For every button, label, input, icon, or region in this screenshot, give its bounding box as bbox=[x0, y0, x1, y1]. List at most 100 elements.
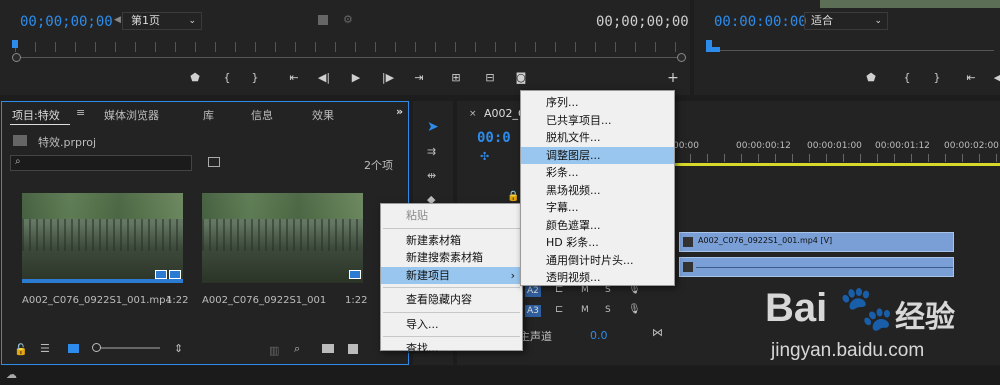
settings-icon[interactable]: ⚙ bbox=[343, 13, 353, 26]
fit-select[interactable]: 适合 ⌄ bbox=[804, 12, 888, 30]
page-left-arrow-icon[interactable]: ◀ bbox=[114, 15, 121, 25]
mute-button[interactable]: M bbox=[581, 285, 589, 295]
mark-out-icon[interactable]: } bbox=[930, 71, 944, 85]
menu-item-view-hidden[interactable]: 查看隐藏内容 bbox=[381, 291, 522, 309]
ripple-edit-tool-icon[interactable]: ⇹ bbox=[427, 169, 436, 182]
go-to-out-icon[interactable]: ⇥ bbox=[412, 71, 426, 85]
submenu-item-black-video[interactable]: 黑场视频... bbox=[521, 182, 674, 200]
hamburger-menu-icon[interactable]: ≡ bbox=[76, 106, 85, 119]
track-label-a3[interactable]: A3 bbox=[525, 305, 541, 317]
program-scrub-bar[interactable] bbox=[709, 50, 994, 51]
icon-view-icon[interactable] bbox=[68, 344, 79, 353]
mark-in-icon[interactable]: { bbox=[900, 71, 914, 85]
search-input[interactable]: ⌕ bbox=[10, 155, 192, 171]
close-icon[interactable]: × bbox=[469, 109, 477, 119]
timeline-timecode[interactable]: 00:0 bbox=[477, 130, 511, 146]
track-lock-icon[interactable]: 🔒 bbox=[507, 191, 519, 202]
clip-duration-1: 1:22 bbox=[166, 295, 189, 306]
tab-library[interactable]: 库 bbox=[203, 107, 214, 123]
page-select-value: 第1页 bbox=[131, 14, 160, 27]
solo-button[interactable]: S bbox=[605, 285, 611, 295]
fx-badge-icon bbox=[683, 262, 693, 272]
insert-icon[interactable]: ⊞ bbox=[449, 71, 463, 85]
new-item-icon[interactable] bbox=[348, 344, 358, 354]
menu-item-import[interactable]: 导入... bbox=[381, 316, 522, 334]
tab-media-browser[interactable]: 媒体浏览器 bbox=[104, 107, 159, 123]
new-item-submenu: 序列... 已共享项目... 脱机文件... 调整图层... 彩条... 黑场视… bbox=[520, 90, 675, 286]
automate-icon[interactable]: ▥ bbox=[269, 344, 279, 357]
go-to-in-icon[interactable]: ⇤ bbox=[287, 71, 301, 85]
mic-icon[interactable]: 🎙 bbox=[628, 304, 641, 315]
audio-clip[interactable] bbox=[679, 257, 954, 277]
sort-icon[interactable]: ⇕ bbox=[174, 342, 183, 355]
page-select[interactable]: 第1页 ⌄ bbox=[122, 12, 202, 30]
add-button-icon[interactable]: + bbox=[666, 71, 680, 85]
clip-thumbnail-1[interactable] bbox=[22, 193, 183, 283]
program-timecode[interactable]: 00:00:00:00 bbox=[714, 14, 807, 30]
submenu-item-countdown[interactable]: 通用倒计时片头... bbox=[521, 252, 674, 270]
zoom-slider[interactable] bbox=[94, 347, 160, 349]
master-volume-value[interactable]: 0.0 bbox=[590, 329, 608, 342]
submenu-item-hd-bars[interactable]: HD 彩条... bbox=[521, 234, 674, 252]
lock-icon[interactable]: 🔓 bbox=[14, 343, 28, 356]
menu-item-new-item[interactable]: 新建项目 › bbox=[381, 266, 522, 284]
clip-name-2[interactable]: A002_C076_0922S1_001 bbox=[202, 295, 326, 306]
add-marker-icon[interactable]: ⬟ bbox=[864, 71, 878, 85]
selection-tool-icon[interactable]: ➤ bbox=[427, 119, 439, 135]
submenu-item-transparent-video[interactable]: 透明视频... bbox=[521, 269, 674, 287]
timeline-ruler[interactable] bbox=[673, 154, 1000, 162]
submenu-item-shared-project[interactable]: 已共享项目... bbox=[521, 112, 674, 130]
export-frame-icon[interactable] bbox=[318, 15, 328, 25]
chevron-down-icon: ⌄ bbox=[874, 16, 882, 26]
source-scrub-bar[interactable] bbox=[15, 57, 683, 58]
submenu-item-color-matte[interactable]: 颜色遮罩... bbox=[521, 217, 674, 235]
find-icon[interactable]: ⌕ bbox=[294, 342, 300, 356]
step-forward-icon[interactable]: |▶ bbox=[381, 71, 395, 85]
new-search-bin-icon[interactable] bbox=[208, 157, 220, 167]
work-area-bar[interactable] bbox=[673, 163, 1000, 166]
camera-icon[interactable]: ◙ bbox=[514, 71, 528, 85]
track-select-tool-icon[interactable]: ⇉ bbox=[427, 145, 436, 158]
new-bin-icon[interactable] bbox=[322, 344, 334, 353]
list-view-icon[interactable]: ☰ bbox=[40, 342, 50, 355]
track-label-a2[interactable]: A2 bbox=[525, 285, 541, 297]
play-icon[interactable]: ▶ bbox=[349, 71, 363, 85]
source-ruler[interactable] bbox=[15, 42, 685, 52]
source-playhead[interactable] bbox=[12, 40, 18, 48]
mark-out-icon[interactable]: } bbox=[248, 71, 262, 85]
add-marker-icon[interactable]: ⬟ bbox=[188, 71, 202, 85]
panel-overflow-icon[interactable]: » bbox=[396, 105, 403, 118]
scrub-end-handle[interactable] bbox=[677, 53, 686, 62]
menu-item-paste[interactable]: 粘贴 bbox=[381, 207, 522, 225]
tab-info[interactable]: 信息 bbox=[251, 107, 273, 123]
source-timecode-left[interactable]: 00;00;00;00 bbox=[20, 14, 113, 30]
mark-in-icon[interactable]: { bbox=[220, 71, 234, 85]
solo-button[interactable]: S bbox=[605, 305, 611, 315]
tab-effects[interactable]: 效果 bbox=[312, 107, 334, 123]
menu-item-new-bin[interactable]: 新建素材箱 bbox=[381, 232, 522, 250]
master-end-icon[interactable]: ⋈ bbox=[652, 326, 663, 339]
step-back-icon[interactable]: ◀| bbox=[317, 71, 331, 85]
snap-icon[interactable]: ✣ bbox=[480, 150, 489, 163]
menu-item-new-search-bin[interactable]: 新建搜索素材箱 bbox=[381, 249, 522, 267]
submenu-item-caption[interactable]: 字幕... bbox=[521, 199, 674, 217]
folder-icon bbox=[13, 135, 27, 146]
creative-cloud-icon[interactable]: ☁ bbox=[6, 368, 17, 381]
clip-name-1[interactable]: A002_C076_0922S1_001.mp4 bbox=[22, 295, 172, 306]
submenu-item-offline-file[interactable]: 脱机文件... bbox=[521, 129, 674, 147]
clip-thumbnail-2[interactable] bbox=[202, 193, 363, 283]
video-clip[interactable]: A002_C076_0922S1_001.mp4 [V] bbox=[679, 232, 954, 252]
submenu-item-adjustment-layer[interactable]: 调整图层... bbox=[521, 146, 674, 164]
program-scrub-start[interactable] bbox=[706, 47, 720, 52]
step-back-icon[interactable]: ◀ bbox=[991, 71, 1000, 85]
sync-lock-icon[interactable]: ⊏ bbox=[555, 304, 563, 315]
tab-project[interactable]: 项目:特效 bbox=[12, 107, 60, 123]
go-to-in-icon[interactable]: ⇤ bbox=[964, 71, 978, 85]
mute-button[interactable]: M bbox=[581, 305, 589, 315]
overwrite-icon[interactable]: ⊟ bbox=[483, 71, 497, 85]
zoom-slider-handle[interactable] bbox=[92, 343, 101, 352]
menu-item-find[interactable]: 查找... bbox=[381, 340, 522, 358]
submenu-item-bars-tone[interactable]: 彩条... bbox=[521, 164, 674, 182]
submenu-item-sequence[interactable]: 序列... bbox=[521, 94, 674, 112]
scrub-start-handle[interactable] bbox=[12, 53, 21, 62]
